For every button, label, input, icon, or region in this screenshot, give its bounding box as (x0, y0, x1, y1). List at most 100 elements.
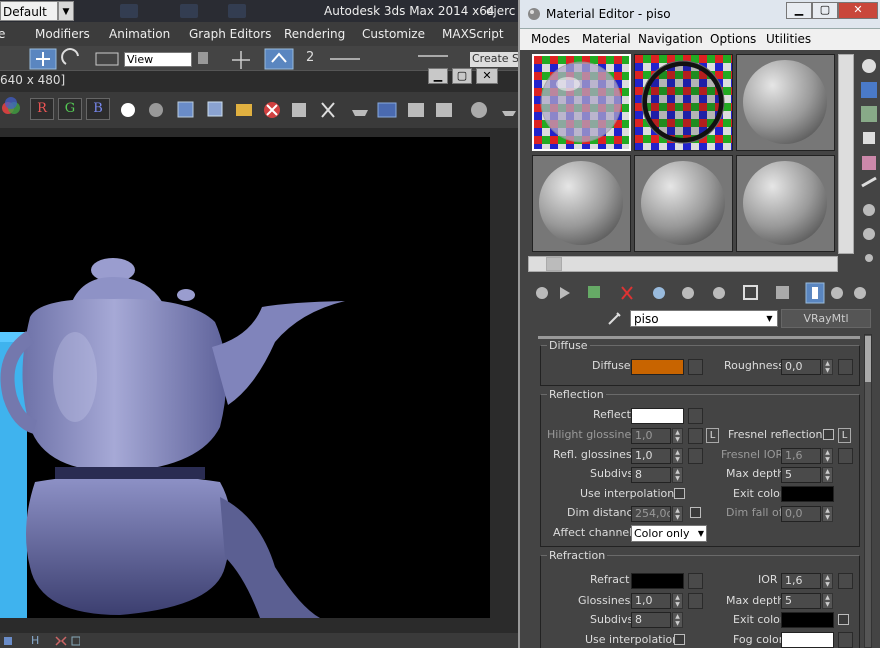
hilight-glossiness-spinner[interactable]: ▲ ▼ (672, 428, 683, 444)
refr-exit-color-checkbox[interactable] (838, 614, 849, 625)
roughness-map-button[interactable] (838, 359, 853, 375)
parameters-scroll-thumb[interactable] (865, 336, 871, 382)
minimize-button[interactable]: ▁ (786, 2, 812, 19)
refl-exit-color-label: Exit color (733, 487, 785, 500)
status-icon (4, 637, 12, 645)
dim-falloff-input[interactable]: 0,0 (781, 506, 821, 522)
refl-glossiness-spinner[interactable]: ▲ ▼ (672, 448, 683, 464)
stop-icon (471, 102, 487, 118)
reflect-color-swatch[interactable] (631, 408, 684, 424)
refl-subdivs-input[interactable]: 8 (631, 467, 671, 483)
affect-channels-label: Affect channels (553, 526, 638, 539)
sample-slot-5[interactable] (634, 155, 733, 252)
sample-slot-6[interactable] (736, 155, 835, 252)
ior-map-button[interactable] (838, 573, 853, 589)
refr-subdivs-spinner[interactable]: ▲ ▼ (672, 612, 683, 628)
slots-horizontal-scrollbar[interactable] (528, 256, 838, 272)
quick-access-icon[interactable] (180, 4, 198, 18)
refract-map-button[interactable] (688, 573, 703, 589)
eyedropper-icon[interactable] (606, 309, 624, 327)
menu-rendering[interactable]: Rendering (284, 27, 345, 41)
refract-color-swatch[interactable] (631, 573, 684, 589)
minimize-button[interactable]: ▁ (428, 68, 448, 84)
fresnel-lock-button[interactable]: L (838, 428, 851, 443)
reflect-map-button[interactable] (688, 408, 703, 424)
dim-distance-checkbox[interactable] (690, 507, 701, 518)
slots-vertical-scrollbar[interactable] (838, 54, 854, 254)
refr-glossiness-spinner[interactable]: ▲ ▼ (672, 593, 683, 609)
roughness-input[interactable]: 0,0 (781, 359, 821, 375)
sample-sphere-default (737, 156, 834, 251)
menu-material[interactable]: Material (582, 32, 631, 46)
dim-distance-spinner[interactable]: ▲ ▼ (672, 506, 683, 522)
refl-subdivs-spinner[interactable]: ▲ ▼ (672, 467, 683, 483)
quick-access-icon[interactable] (228, 4, 246, 18)
chevron-down-icon[interactable]: ▼ (58, 1, 74, 21)
close-button[interactable]: ✕ (476, 68, 498, 84)
fresnel-ior-input[interactable]: 1,6 (781, 448, 821, 464)
material-name-input[interactable]: piso (630, 310, 778, 327)
chevron-down-icon[interactable]: ▼ (762, 311, 777, 326)
quick-access-icon[interactable] (120, 4, 138, 18)
refr-subdivs-input[interactable]: 8 (631, 612, 671, 628)
refr-glossiness-input[interactable]: 1,0 (631, 593, 671, 609)
fog-color-map-button[interactable] (838, 632, 853, 648)
maximize-button[interactable]: ▢ (452, 68, 472, 84)
menu-utilities[interactable]: Utilities (766, 32, 811, 46)
refr-exit-color-swatch[interactable] (781, 612, 834, 628)
sample-slot-2[interactable] (634, 54, 733, 151)
color-channels-icon[interactable] (0, 96, 24, 122)
close-button[interactable]: ✕ (838, 2, 878, 19)
dim-falloff-spinner[interactable]: ▲ ▼ (822, 506, 833, 522)
green-channel-toggle[interactable]: G (58, 98, 82, 120)
sample-slot-3[interactable] (736, 54, 835, 151)
roughness-spinner[interactable]: ▲ ▼ (822, 359, 833, 375)
hilight-glossiness-input[interactable]: 1,0 (631, 428, 671, 444)
refl-use-interpolation-checkbox[interactable] (674, 488, 685, 499)
ior-spinner[interactable]: ▲ ▼ (822, 573, 833, 589)
menu-animation[interactable]: Animation (109, 27, 170, 41)
fresnel-ior-map-button[interactable] (838, 448, 853, 464)
refr-glossiness-map-button[interactable] (688, 593, 703, 609)
slots-scroll-thumb[interactable] (546, 257, 562, 271)
diffuse-color-swatch[interactable] (631, 359, 684, 375)
refl-max-depth-spinner[interactable]: ▲ ▼ (822, 467, 833, 483)
sample-slot-1[interactable] (532, 54, 631, 151)
refl-max-depth-input[interactable]: 5 (781, 467, 821, 483)
menu-edit[interactable]: e (0, 27, 5, 41)
affect-channels-select[interactable]: Color only ▼ (631, 525, 707, 542)
menu-graph-editors[interactable]: Graph Editors (189, 27, 271, 41)
menu-customize[interactable]: Customize (362, 27, 425, 41)
ior-input[interactable]: 1,6 (781, 573, 821, 589)
refr-use-interpolation-checkbox[interactable] (674, 634, 685, 645)
blue-channel-toggle[interactable]: B (86, 98, 110, 120)
dim-distance-label: Dim distance (567, 506, 640, 519)
refr-max-depth-input[interactable]: 5 (781, 593, 821, 609)
fresnel-ior-spinner[interactable]: ▲ ▼ (822, 448, 833, 464)
refr-max-depth-spinner[interactable]: ▲ ▼ (822, 593, 833, 609)
copy-material-icon (653, 287, 665, 299)
red-channel-toggle[interactable]: R (30, 98, 54, 120)
menu-modifiers[interactable]: Modifiers (35, 27, 90, 41)
reflect-label: Reflect (593, 408, 631, 421)
menu-modes[interactable]: Modes (531, 32, 570, 46)
menu-maxscript[interactable]: MAXScript (442, 27, 504, 41)
dim-distance-input[interactable]: 254,0c (631, 506, 671, 522)
hilight-glossiness-map-button[interactable] (688, 428, 703, 444)
menu-navigation[interactable]: Navigation (638, 32, 703, 46)
refl-glossiness-map-button[interactable] (688, 448, 703, 464)
reference-coordinate-select[interactable]: View (124, 52, 192, 67)
menu-options[interactable]: Options (710, 32, 756, 46)
material-type-button[interactable]: VRayMtl (781, 309, 871, 328)
maximize-button[interactable]: ▢ (812, 2, 838, 19)
diffuse-map-button[interactable] (688, 359, 703, 375)
fresnel-reflections-checkbox[interactable] (823, 429, 834, 440)
refl-exit-color-swatch[interactable] (781, 486, 834, 502)
workspace-select[interactable]: Default (0, 1, 58, 21)
refl-glossiness-input[interactable]: 1,0 (631, 448, 671, 464)
create-selection-set[interactable]: Create S (470, 52, 520, 67)
hilight-lock-button[interactable]: L (706, 428, 719, 443)
fog-color-swatch[interactable] (781, 632, 834, 648)
backlight-icon (861, 82, 877, 98)
sample-slot-4[interactable] (532, 155, 631, 252)
